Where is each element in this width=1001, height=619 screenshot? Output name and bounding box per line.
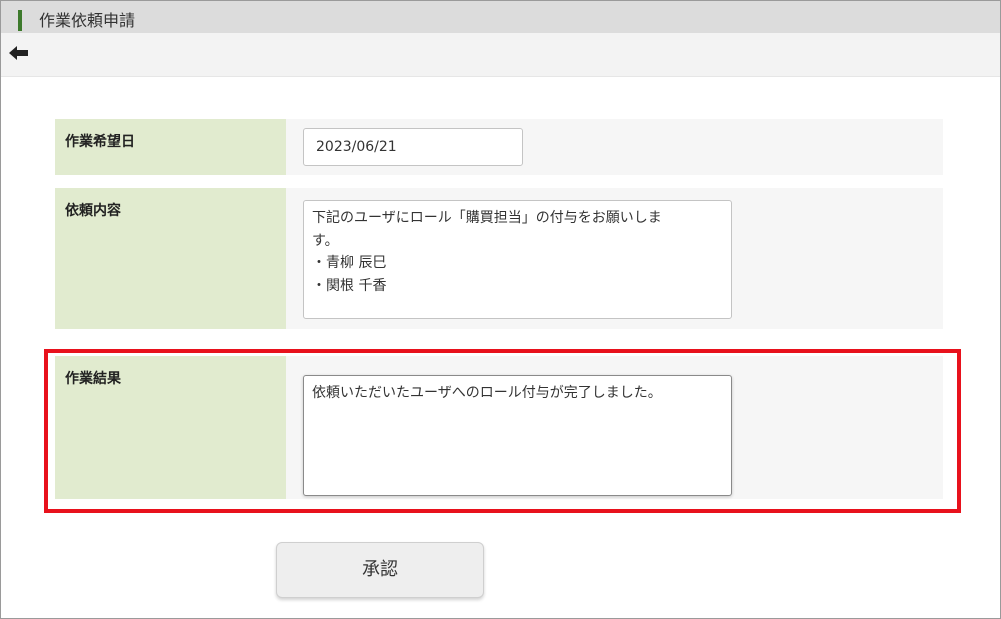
desired-date-label: 作業希望日 — [65, 134, 135, 150]
title-bar: 作業依頼申請 — [1, 1, 1000, 33]
form-row-desired-date: 作業希望日 2023/06/21 — [55, 119, 943, 175]
arrow-left-icon — [9, 46, 28, 60]
app-frame: 作業依頼申請 作業希望日 2023/06/21 依頼内容 下記のユーザにロール「… — [0, 0, 1001, 619]
back-button[interactable] — [6, 39, 34, 67]
highlight-box — [44, 349, 961, 513]
title-accent-bar — [18, 10, 22, 31]
field-label-cell: 依頼内容 — [55, 188, 286, 329]
request-content-label: 依頼内容 — [65, 203, 121, 219]
toolbar — [1, 33, 1000, 77]
field-label-cell: 作業希望日 — [55, 119, 286, 175]
approve-button[interactable]: 承認 — [276, 542, 484, 598]
form-row-request-content: 依頼内容 下記のユーザにロール「購買担当」の付与をお願いしま す。 ・青柳 辰巳… — [55, 188, 943, 329]
request-content-textarea[interactable]: 下記のユーザにロール「購買担当」の付与をお願いしま す。 ・青柳 辰巳 ・関根 … — [303, 200, 732, 319]
desired-date-field[interactable]: 2023/06/21 — [303, 128, 523, 166]
page-title: 作業依頼申請 — [39, 11, 136, 30]
